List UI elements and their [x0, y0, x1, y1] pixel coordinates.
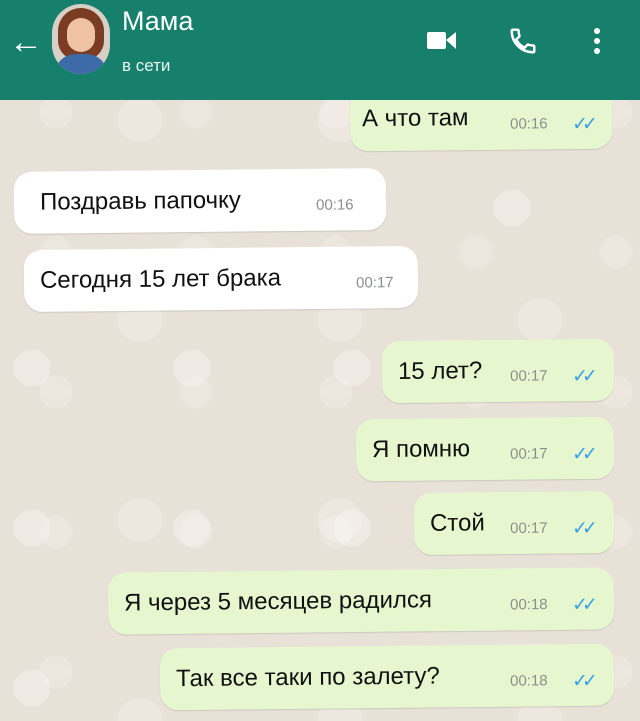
more-vert-icon[interactable]	[582, 18, 612, 64]
message-incoming[interactable]: Сегодня 15 лет брака 00:17	[23, 245, 419, 313]
menu-dot	[594, 38, 600, 44]
read-ticks-icon: ✓✓	[571, 443, 593, 466]
menu-dot	[594, 28, 600, 34]
read-ticks-icon: ✓✓	[571, 366, 593, 388]
message-text: А что там	[361, 104, 469, 133]
message-time: 00:18	[509, 672, 548, 690]
contact-name[interactable]: Мама	[122, 6, 193, 37]
read-ticks-icon: ✓✓	[571, 518, 593, 540]
camera-lens	[446, 32, 456, 49]
phone-glyph	[510, 28, 536, 54]
message-incoming[interactable]: Поздравь папочку 00:16	[13, 168, 387, 234]
message-time: 00:16	[315, 196, 354, 214]
read-ticks-icon: ✓✓	[571, 594, 593, 616]
message-time: 00:16	[509, 115, 548, 133]
message-text: Я помню	[371, 435, 471, 464]
message-text: Поздравь папочку	[39, 186, 241, 216]
message-time: 00:17	[355, 274, 394, 292]
message-text: Я через 5 месяцев радился	[123, 586, 433, 617]
message-time: 00:17	[509, 367, 548, 385]
message-text: Так все таки по залету?	[175, 662, 440, 693]
read-ticks-icon: ✓✓	[571, 670, 593, 693]
message-outgoing[interactable]: Я через 5 месяцев радился 00:18 ✓✓	[107, 567, 615, 635]
arrow-left-icon[interactable]: ←	[6, 22, 46, 62]
message-outgoing[interactable]: Так все таки по залету? 00:18 ✓✓	[159, 643, 615, 711]
message-text: Стой	[429, 509, 485, 537]
message-outgoing[interactable]: Я помню 00:17 ✓✓	[355, 416, 615, 482]
camera-body	[427, 32, 446, 49]
message-text: Сегодня 15 лет брака	[39, 264, 282, 294]
avatar-face	[67, 18, 95, 52]
chat-header: ← Мама в сети	[0, 0, 640, 100]
avatar-body	[54, 54, 108, 74]
message-outgoing[interactable]: 15 лет? 00:17 ✓✓	[381, 338, 615, 404]
avatar[interactable]	[52, 4, 110, 74]
read-ticks-icon: ✓✓	[571, 113, 593, 136]
video-camera-icon[interactable]	[418, 18, 464, 64]
message-text: 15 лет?	[397, 357, 483, 386]
message-time: 00:17	[509, 519, 548, 538]
phone-icon[interactable]	[500, 18, 546, 64]
message-outgoing[interactable]: Стой 00:17 ✓✓	[413, 490, 615, 556]
message-time: 00:17	[509, 445, 548, 463]
message-time: 00:18	[509, 596, 548, 614]
contact-status: в сети	[122, 56, 171, 75]
menu-dot	[594, 48, 600, 54]
